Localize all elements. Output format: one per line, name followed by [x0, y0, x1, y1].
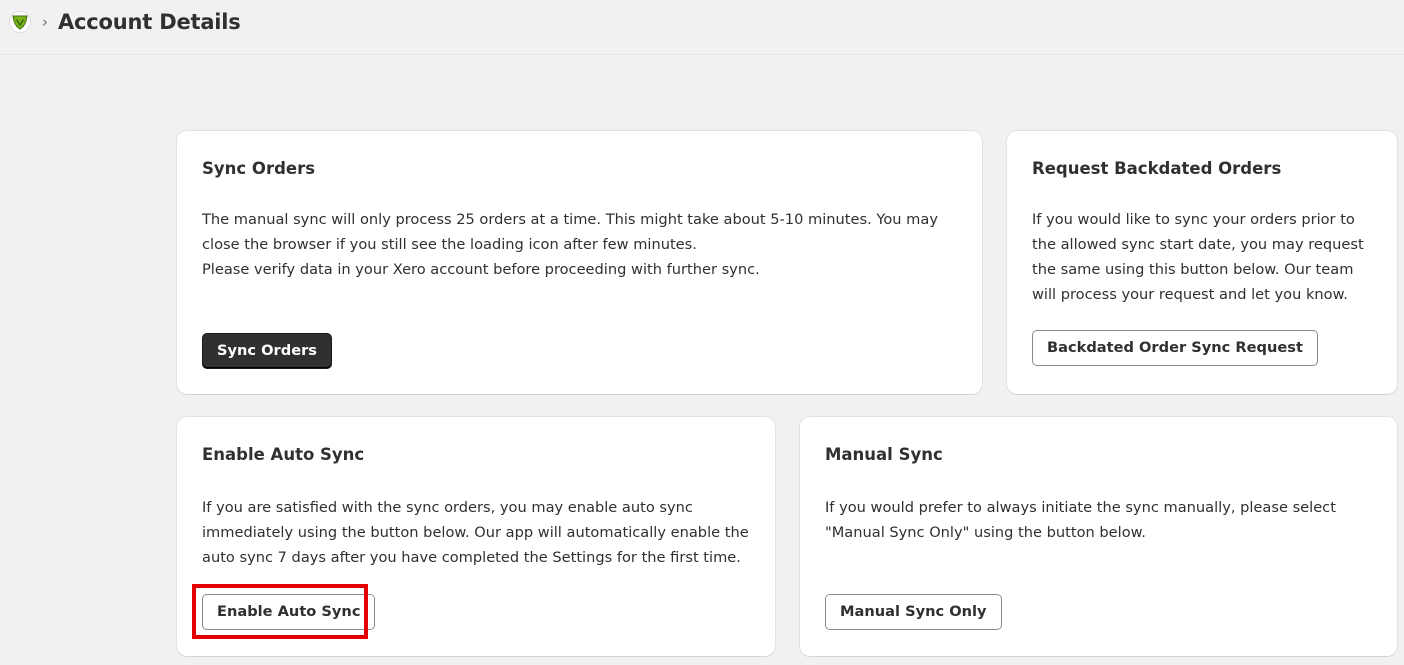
manual-sync-description: If you would prefer to always initiate t… [825, 499, 1336, 541]
sync-orders-button[interactable]: Sync Orders [202, 333, 332, 369]
manual-sync-only-button[interactable]: Manual Sync Only [825, 594, 1002, 630]
enable-auto-sync-title: Enable Auto Sync [202, 445, 365, 464]
manual-sync-card: Manual Sync If you would prefer to alway… [800, 417, 1397, 656]
enable-auto-sync-description: If you are satisfied with the sync order… [202, 499, 749, 566]
breadcrumb-chevron-icon: › [42, 13, 48, 31]
top-bar: › Account Details [0, 0, 1404, 55]
backdated-order-sync-request-button[interactable]: Backdated Order Sync Request [1032, 330, 1318, 366]
manual-sync-title: Manual Sync [825, 445, 943, 464]
highlight-box [192, 584, 368, 639]
app-logo-shield-icon[interactable] [9, 11, 31, 33]
sync-orders-paragraph: The manual sync will only process 25 ord… [202, 211, 938, 253]
sync-orders-card: Sync Orders The manual sync will only pr… [177, 131, 982, 394]
backdated-orders-card: Request Backdated Orders If you would li… [1007, 131, 1397, 394]
backdated-orders-title: Request Backdated Orders [1032, 159, 1282, 178]
sync-orders-title: Sync Orders [202, 159, 316, 178]
backdated-orders-description: If you would like to sync your orders pr… [1032, 211, 1364, 303]
sync-orders-description: The manual sync will only process 25 ord… [202, 207, 972, 282]
page-title: Account Details [58, 10, 241, 34]
sync-orders-note: Please verify data in your Xero account … [202, 261, 760, 278]
